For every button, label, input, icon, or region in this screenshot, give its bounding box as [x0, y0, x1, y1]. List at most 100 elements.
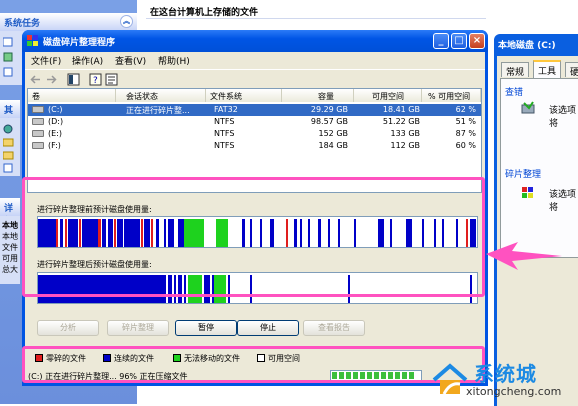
- details-body: 本地 本地 文件 可用 总大: [0, 216, 20, 284]
- help-icon[interactable]: ?: [89, 73, 102, 86]
- column-header-status[interactable]: 会话状态: [116, 89, 206, 102]
- volume-cell-fs: FAT32: [214, 105, 238, 114]
- tab-general[interactable]: 常规: [501, 62, 530, 78]
- error-check-desc: 该选项将: [549, 106, 577, 129]
- toolbar: ?: [25, 69, 485, 88]
- properties-window: 本地磁盘 (C:) 常规 工具 硬 查错 该选项将 碎片整理 该选项将: [494, 34, 578, 406]
- close-button[interactable]: ×: [469, 33, 485, 49]
- task-group-other-body: [0, 118, 20, 176]
- volume-cell-volume: (C:): [48, 105, 63, 114]
- section-heading: 在这台计算机上存储的文件: [150, 8, 259, 18]
- menu-view[interactable]: 查看(V): [115, 54, 146, 67]
- view-report-button[interactable]: 查看报告: [303, 320, 365, 336]
- maximize-button[interactable]: □: [451, 33, 467, 49]
- volume-cell-free: 133 GB: [390, 129, 421, 138]
- volume-cell-capacity: 152 GB: [318, 129, 349, 138]
- details-line: 本地: [2, 221, 18, 230]
- column-header-volume[interactable]: 卷: [28, 89, 116, 102]
- column-header-free[interactable]: 可用空间: [354, 89, 422, 102]
- watermark-url: xitongcheng.com: [466, 385, 562, 398]
- volume-cell-capacity: 98.57 GB: [310, 117, 348, 126]
- forward-arrow-icon[interactable]: [45, 73, 58, 86]
- tab-hardware[interactable]: 硬: [565, 62, 578, 78]
- system-info-icon[interactable]: [3, 37, 14, 47]
- svg-text:?: ?: [93, 76, 98, 86]
- column-header-percent-free[interactable]: % 可用空间: [422, 89, 481, 102]
- details-line: 本地: [2, 232, 18, 241]
- menu-help[interactable]: 帮助(H): [158, 54, 190, 67]
- volume-cell-volume: (E:): [48, 129, 62, 138]
- hard-drive-icon: [32, 118, 44, 125]
- volume-cell-free: 18.41 GB: [382, 105, 420, 114]
- task-group-details[interactable]: 详细: [0, 198, 20, 216]
- volume-row[interactable]: (C:) 正在进行碎片整... FAT32 29.29 GB 18.41 GB 62 %: [28, 104, 481, 116]
- divider: [146, 18, 486, 19]
- add-remove-icon[interactable]: [3, 52, 14, 62]
- error-check-icon: [521, 101, 535, 114]
- network-icon[interactable]: [3, 124, 14, 134]
- volume-cell-free: 51.22 GB: [382, 117, 420, 126]
- analyze-button[interactable]: 分析: [37, 320, 99, 336]
- volume-cell-status: 正在进行碎片整...: [126, 106, 190, 115]
- volume-cell-fs: NTFS: [214, 141, 235, 150]
- task-group-system[interactable]: 系统任务 ︽: [0, 13, 137, 31]
- menu-action[interactable]: 操作(A): [72, 54, 103, 67]
- hard-drive-icon: [32, 130, 44, 137]
- task-group-other[interactable]: 其它: [0, 100, 20, 118]
- window-title: 磁盘碎片整理程序: [43, 38, 116, 48]
- hard-drive-icon: [32, 106, 44, 113]
- error-check-group-title: 查错: [505, 88, 524, 98]
- tools-panel: 查错 该选项将 碎片整理 该选项将: [500, 78, 578, 258]
- menu-file[interactable]: 文件(F): [31, 54, 61, 67]
- volume-cell-pct: 51 %: [455, 117, 476, 126]
- control-panel-icon[interactable]: [3, 163, 14, 173]
- volume-row[interactable]: (D:) NTFS 98.57 GB 51.22 GB 51 %: [28, 116, 481, 128]
- minimize-button[interactable]: _: [433, 33, 449, 49]
- defrag-desc: 该选项将: [549, 190, 577, 213]
- annotation-box-graphs: [22, 177, 485, 297]
- column-header-capacity[interactable]: 容量: [282, 89, 354, 102]
- annotation-arrow-icon: [486, 242, 562, 270]
- menu-bar: 文件(F) 操作(A) 查看(V) 帮助(H): [25, 52, 485, 68]
- pause-button[interactable]: 暂停: [175, 320, 237, 336]
- volume-cell-volume: (D:): [48, 117, 64, 126]
- back-arrow-icon[interactable]: [29, 73, 42, 86]
- details-line: 文件: [2, 243, 18, 252]
- volume-cell-volume: (F:): [48, 141, 61, 150]
- volume-cell-pct: 62 %: [455, 105, 476, 114]
- volume-list-icon[interactable]: [67, 73, 80, 86]
- volume-cell-fs: NTFS: [214, 129, 235, 138]
- tab-tools[interactable]: 工具: [533, 60, 562, 78]
- properties-icon[interactable]: [105, 73, 118, 86]
- volume-cell-free: 112 GB: [390, 141, 421, 150]
- properties-body: 常规 工具 硬 查错 该选项将 碎片整理 该选项将: [497, 56, 578, 406]
- volume-cell-capacity: 184 GB: [318, 141, 349, 150]
- hard-drive-icon: [32, 142, 44, 149]
- stop-button[interactable]: 停止: [237, 320, 299, 336]
- watermark-title: 系统城: [474, 362, 537, 386]
- annotation-box-status: [22, 346, 485, 383]
- volume-cell-pct: 87 %: [455, 129, 476, 138]
- house-logo-icon: [432, 363, 468, 395]
- defrag-group-title: 碎片整理: [505, 170, 542, 180]
- defrag-app-icon: [27, 35, 38, 46]
- column-header-filesystem[interactable]: 文件系统: [206, 89, 282, 102]
- details-line: 可用: [2, 254, 18, 263]
- task-group-title: 详细: [4, 204, 14, 214]
- folder-icon[interactable]: [3, 150, 14, 160]
- defrag-icon: [522, 187, 533, 198]
- details-line: 总大: [2, 265, 18, 274]
- folder-icon[interactable]: [3, 137, 14, 147]
- defragment-button[interactable]: 碎片整理: [107, 320, 169, 336]
- volume-cell-fs: NTFS: [214, 117, 235, 126]
- task-group-title: 其它: [4, 106, 14, 116]
- volume-row[interactable]: (F:) NTFS 184 GB 112 GB 60 %: [28, 140, 481, 152]
- title-bar[interactable]: 磁盘碎片整理程序 _ □ ×: [22, 30, 488, 52]
- settings-icon[interactable]: [3, 67, 14, 77]
- collapse-chevron-icon[interactable]: ︽: [120, 15, 133, 28]
- volume-row[interactable]: (E:) NTFS 152 GB 133 GB 87 %: [28, 128, 481, 140]
- task-group-title: 系统任务: [4, 19, 41, 29]
- volume-cell-capacity: 29.29 GB: [310, 105, 348, 114]
- properties-title: 本地磁盘 (C:): [498, 41, 556, 51]
- volume-cell-pct: 60 %: [455, 141, 476, 150]
